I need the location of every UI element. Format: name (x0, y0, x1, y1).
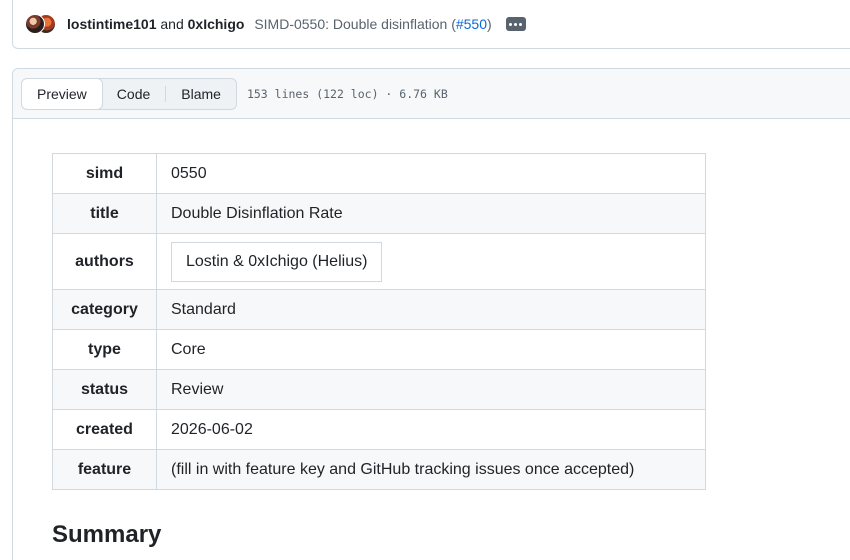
table-row: simd 0550 (52, 153, 706, 194)
table-value: Standard (156, 289, 706, 330)
commit-message-text[interactable]: SIMD-0550: Double disinflation ( (254, 16, 456, 32)
authors-value: Lostin & 0xIchigo (Helius) (171, 241, 383, 282)
tab-preview[interactable]: Preview (21, 78, 103, 109)
table-value: 0550 (156, 153, 706, 194)
expand-commit-details-button[interactable] (505, 17, 526, 31)
table-key: created (52, 409, 157, 450)
table-row: feature (fill in with feature key and Gi… (52, 449, 706, 490)
table-row: type Core (52, 329, 706, 370)
tab-code[interactable]: Code (102, 79, 165, 109)
commit-message[interactable]: SIMD-0550: Double disinflation (#550) (254, 16, 491, 32)
tab-blame[interactable]: Blame (166, 79, 236, 109)
table-key: category (52, 289, 157, 330)
avatar[interactable] (25, 14, 45, 34)
author-link[interactable]: 0xIchigo (188, 16, 245, 32)
table-row: authors Lostin & 0xIchigo (Helius) (52, 233, 706, 290)
ellipsis-icon (509, 22, 513, 26)
author-conjunction: and (160, 16, 184, 32)
author-link[interactable]: lostintime101 (67, 16, 156, 32)
commit-summary: lostintime101 and 0xIchigo SIMD-0550: Do… (67, 14, 492, 34)
table-row: created 2026-06-02 (52, 409, 706, 450)
table-row: title Double Disinflation Rate (52, 193, 706, 234)
file-size-info: 153 lines (122 loc) · 6.76 KB (246, 86, 448, 101)
table-key: title (52, 193, 157, 234)
table-value: 2026-06-02 (156, 409, 706, 450)
table-value: Double Disinflation Rate (156, 193, 706, 234)
table-value: Core (156, 329, 706, 370)
latest-commit-bar: lostintime101 and 0xIchigo SIMD-0550: Do… (12, 0, 850, 49)
table-key: feature (52, 449, 157, 490)
table-row: category Standard (52, 289, 706, 330)
file-header: Preview Code Blame 153 lines (122 loc) ·… (13, 69, 850, 119)
author-avatars[interactable] (25, 13, 59, 35)
table-key: authors (52, 233, 157, 290)
summary-heading: Summary (52, 521, 162, 548)
table-value: Lostin & 0xIchigo (Helius) (156, 233, 706, 290)
table-key: type (52, 329, 157, 370)
file-viewer: Preview Code Blame 153 lines (122 loc) ·… (12, 68, 850, 560)
table-row: status Review (52, 369, 706, 410)
table-key: status (52, 369, 157, 410)
commit-message-end: ) (487, 16, 492, 32)
table-key: simd (52, 153, 157, 194)
view-mode-switcher: Preview Code Blame (21, 77, 237, 110)
pull-request-link[interactable]: #550 (456, 16, 487, 32)
metadata-table: simd 0550 title Double Disinflation Rate… (52, 153, 706, 490)
table-value: (fill in with feature key and GitHub tra… (156, 449, 706, 490)
table-value: Review (156, 369, 706, 410)
